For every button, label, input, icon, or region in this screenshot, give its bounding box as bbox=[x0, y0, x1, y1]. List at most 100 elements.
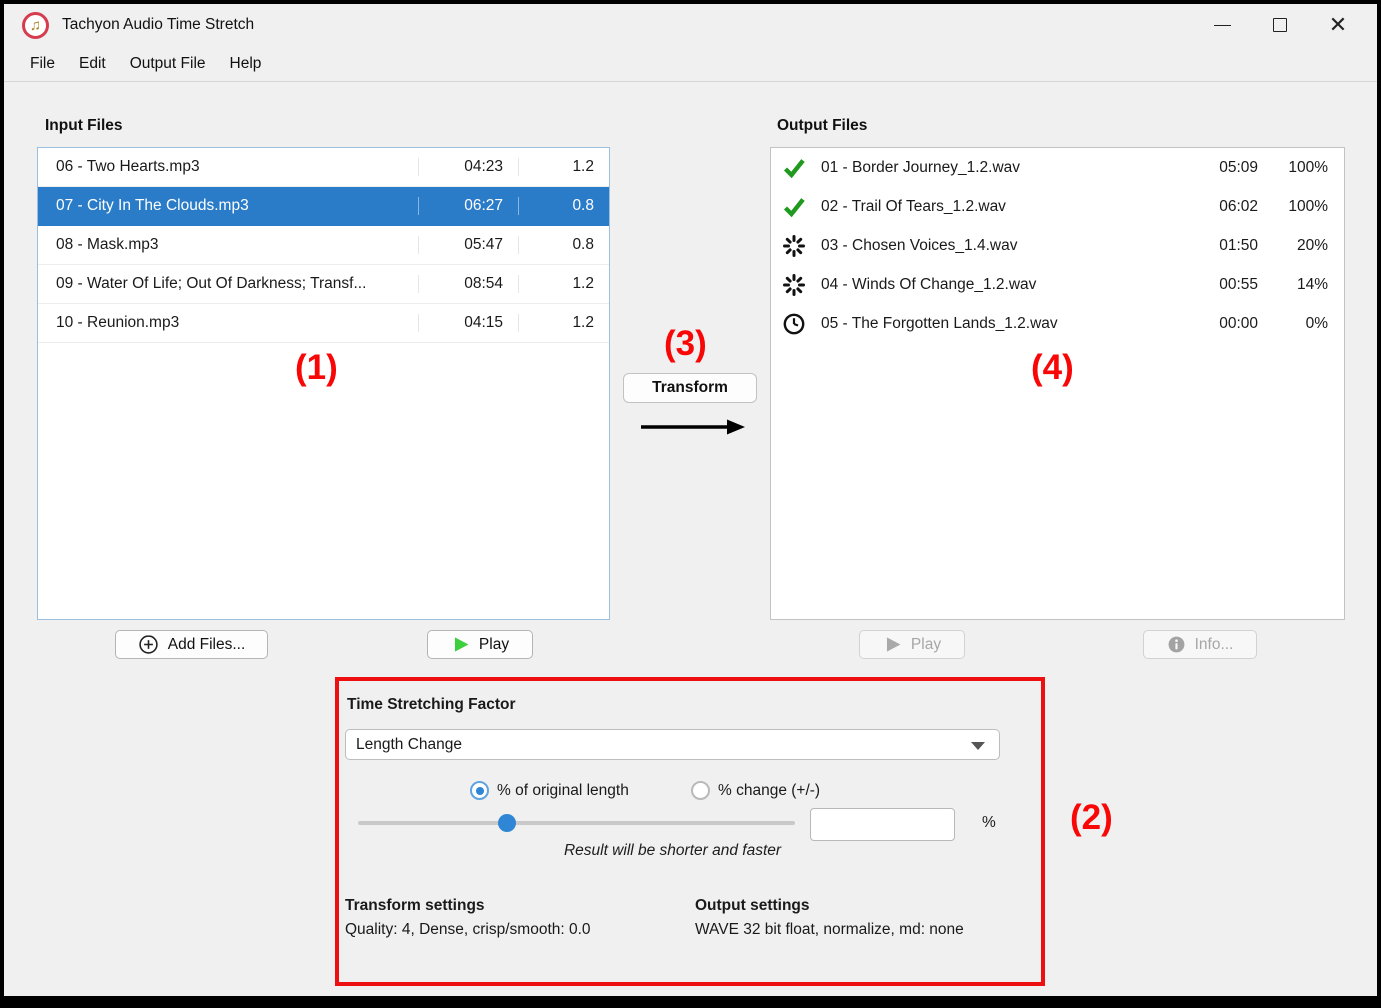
minimize-icon bbox=[1214, 25, 1231, 26]
output-settings-summary: WAVE 32 bit float, normalize, md: none bbox=[695, 921, 964, 939]
stretch-value-input[interactable] bbox=[811, 809, 955, 840]
chevron-down-icon bbox=[971, 742, 985, 750]
app-window: ♫ Tachyon Audio Time Stretch ✕ File Edit… bbox=[0, 0, 1381, 1008]
stretch-box-title: Time Stretching Factor bbox=[347, 696, 516, 714]
output-file-row[interactable]: 03 - Chosen Voices_1.4.wav 01:50 20% bbox=[771, 226, 1344, 265]
file-name: 02 - Trail Of Tears_1.2.wav bbox=[817, 198, 1148, 216]
file-duration: 04:15 bbox=[419, 314, 519, 332]
file-factor: 1.2 bbox=[519, 158, 609, 176]
file-factor: 0.8 bbox=[519, 236, 609, 254]
transform-settings-summary: Quality: 4, Dense, crisp/smooth: 0.0 bbox=[345, 921, 591, 939]
minimize-button[interactable] bbox=[1193, 7, 1251, 43]
radio-percent-change-label: % change (+/-) bbox=[718, 782, 820, 800]
time-stretch-settings-box: Time Stretching Factor Length Change % o… bbox=[335, 677, 1045, 986]
transform-button-label: Transform bbox=[652, 379, 728, 397]
stretch-mode-dropdown[interactable]: Length Change bbox=[345, 729, 1000, 760]
play-output-button[interactable]: Play bbox=[859, 630, 965, 659]
clock-icon bbox=[771, 312, 817, 336]
file-factor: 1.2 bbox=[519, 314, 609, 332]
stretch-slider-handle[interactable] bbox=[498, 814, 516, 832]
annotation-2: (2) bbox=[1070, 800, 1113, 835]
file-duration: 04:23 bbox=[419, 158, 519, 176]
window-controls: ✕ bbox=[1193, 4, 1367, 46]
add-files-button[interactable]: Add Files... bbox=[115, 630, 268, 659]
file-progress: 100% bbox=[1258, 198, 1344, 216]
file-duration: 01:50 bbox=[1148, 237, 1258, 255]
file-name: 04 - Winds Of Change_1.2.wav bbox=[817, 276, 1148, 294]
file-duration: 08:54 bbox=[419, 275, 519, 293]
play-icon bbox=[451, 635, 470, 654]
play-icon bbox=[883, 635, 902, 654]
add-files-label: Add Files... bbox=[168, 636, 246, 654]
file-duration: 05:47 bbox=[419, 236, 519, 254]
file-factor: 1.2 bbox=[519, 275, 609, 293]
input-file-row-selected[interactable]: 07 - City In The Clouds.mp3 06:27 0.8 bbox=[38, 187, 609, 226]
close-icon: ✕ bbox=[1329, 14, 1347, 36]
transform-button[interactable]: Transform bbox=[623, 373, 757, 403]
check-icon bbox=[771, 156, 817, 180]
radio-percent-of-original[interactable]: % of original length bbox=[470, 781, 629, 800]
info-label: Info... bbox=[1195, 636, 1234, 654]
menu-help[interactable]: Help bbox=[218, 49, 274, 79]
file-name: 09 - Water Of Life; Out Of Darkness; Tra… bbox=[38, 275, 419, 293]
input-files-heading: Input Files bbox=[45, 117, 123, 135]
file-progress: 14% bbox=[1258, 276, 1344, 294]
output-file-row[interactable]: 04 - Winds Of Change_1.2.wav 00:55 14% bbox=[771, 265, 1344, 304]
output-file-row[interactable]: 01 - Border Journey_1.2.wav 05:09 100% bbox=[771, 148, 1344, 187]
play-input-button[interactable]: Play bbox=[427, 630, 533, 659]
file-factor: 0.8 bbox=[519, 197, 609, 215]
flow-arrow-icon bbox=[637, 414, 749, 440]
output-file-row[interactable]: 02 - Trail Of Tears_1.2.wav 06:02 100% bbox=[771, 187, 1344, 226]
title-bar: ♫ Tachyon Audio Time Stretch ✕ bbox=[4, 4, 1377, 46]
output-file-row[interactable]: 05 - The Forgotten Lands_1.2.wav 00:00 0… bbox=[771, 304, 1344, 343]
radio-percent-change[interactable]: % change (+/-) bbox=[691, 781, 820, 800]
menu-output-file[interactable]: Output File bbox=[118, 49, 218, 79]
output-files-heading: Output Files bbox=[777, 117, 867, 135]
add-circle-icon bbox=[138, 634, 159, 655]
app-music-note-icon: ♫ bbox=[22, 12, 49, 39]
info-icon bbox=[1167, 635, 1186, 654]
file-name: 05 - The Forgotten Lands_1.2.wav bbox=[817, 315, 1148, 333]
file-duration: 00:00 bbox=[1148, 315, 1258, 333]
annotation-3: (3) bbox=[664, 326, 707, 361]
input-file-row[interactable]: 10 - Reunion.mp3 04:15 1.2 bbox=[38, 304, 609, 343]
file-name: 01 - Border Journey_1.2.wav bbox=[817, 159, 1148, 177]
annotation-1: (1) bbox=[295, 350, 338, 385]
file-name: 07 - City In The Clouds.mp3 bbox=[38, 197, 419, 215]
menu-bar: File Edit Output File Help bbox=[4, 46, 1377, 82]
spinner-icon bbox=[771, 273, 817, 297]
file-name: 08 - Mask.mp3 bbox=[38, 236, 419, 254]
maximize-button[interactable] bbox=[1251, 7, 1309, 43]
input-file-row[interactable]: 09 - Water Of Life; Out Of Darkness; Tra… bbox=[38, 265, 609, 304]
file-name: 03 - Chosen Voices_1.4.wav bbox=[817, 237, 1148, 255]
window-title: Tachyon Audio Time Stretch bbox=[62, 16, 254, 34]
file-name: 06 - Two Hearts.mp3 bbox=[38, 158, 419, 176]
stretch-value-spinbox bbox=[810, 808, 955, 841]
file-progress: 0% bbox=[1258, 315, 1344, 333]
input-file-row[interactable]: 08 - Mask.mp3 05:47 0.8 bbox=[38, 226, 609, 265]
radio-selected-icon bbox=[470, 781, 489, 800]
file-duration: 00:55 bbox=[1148, 276, 1258, 294]
radio-unselected-icon bbox=[691, 781, 710, 800]
annotation-4: (4) bbox=[1031, 350, 1074, 385]
file-name: 10 - Reunion.mp3 bbox=[38, 314, 419, 332]
play-output-label: Play bbox=[911, 636, 941, 654]
percent-unit-label: % bbox=[982, 814, 996, 832]
transform-settings-heading: Transform settings bbox=[345, 897, 485, 915]
close-button[interactable]: ✕ bbox=[1309, 7, 1367, 43]
check-icon bbox=[771, 195, 817, 219]
spinner-icon bbox=[771, 234, 817, 258]
play-input-label: Play bbox=[479, 636, 509, 654]
stretch-slider-track[interactable] bbox=[358, 821, 795, 825]
radio-percent-of-original-label: % of original length bbox=[497, 782, 629, 800]
input-file-row[interactable]: 06 - Two Hearts.mp3 04:23 1.2 bbox=[38, 148, 609, 187]
output-settings-heading: Output settings bbox=[695, 897, 810, 915]
stretch-mode-value: Length Change bbox=[356, 736, 462, 754]
info-button[interactable]: Info... bbox=[1143, 630, 1257, 659]
menu-file[interactable]: File bbox=[18, 49, 67, 79]
file-progress: 100% bbox=[1258, 159, 1344, 177]
menu-edit[interactable]: Edit bbox=[67, 49, 118, 79]
file-duration: 06:27 bbox=[419, 197, 519, 215]
result-note: Result will be shorter and faster bbox=[345, 842, 1000, 860]
file-duration: 05:09 bbox=[1148, 159, 1258, 177]
